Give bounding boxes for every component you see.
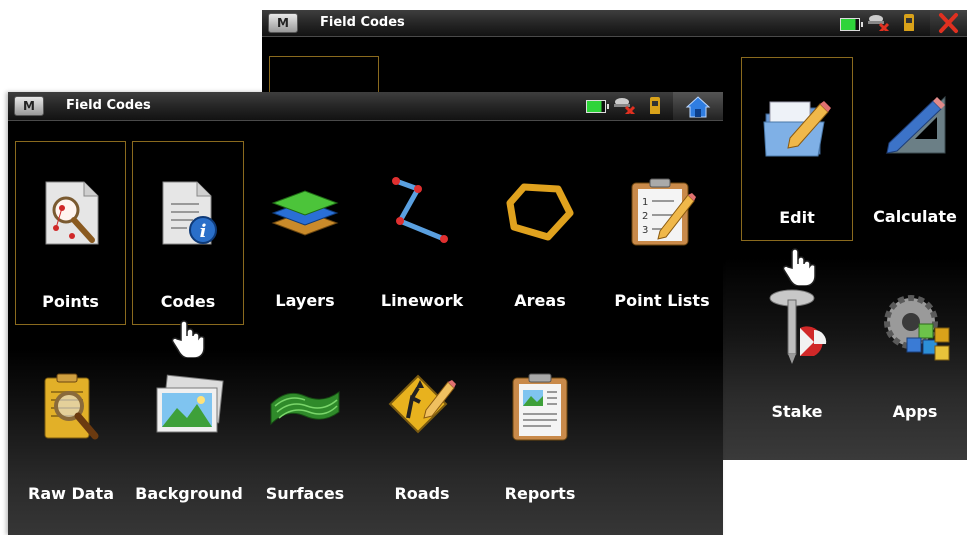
tile-label: Layers: [275, 291, 335, 310]
tile-label: Stake: [771, 402, 823, 421]
tile-label: Roads: [394, 484, 450, 503]
stake-icon: [769, 289, 827, 364]
background-icon: [156, 374, 224, 433]
battery-icon: [586, 100, 609, 113]
layers-icon: [271, 190, 339, 236]
point-lists-icon: 1 2 3: [631, 178, 696, 246]
tile-linework[interactable]: Linework: [366, 141, 478, 325]
svg-text:2: 2: [642, 211, 648, 222]
tile-edit[interactable]: Edit: [741, 57, 853, 241]
tile-label: Apps: [892, 402, 938, 421]
tile-points[interactable]: Points: [15, 141, 126, 325]
tile-label: Reports: [504, 484, 576, 503]
instrument-icon: [650, 97, 660, 114]
title-bar: M Field Codes: [262, 10, 967, 37]
tile-surfaces[interactable]: Surfaces: [249, 360, 361, 510]
raw-data-icon: [44, 373, 99, 440]
tile-label: Codes: [160, 292, 216, 311]
roads-icon: [388, 374, 456, 434]
reports-icon: [512, 373, 568, 441]
pointer-hand-icon: [171, 320, 205, 358]
front-window: M Field Codes Points i Codes Layers Line…: [8, 92, 723, 535]
calculate-icon: [885, 95, 946, 154]
menu-button[interactable]: M: [14, 96, 44, 116]
instrument-icon: [904, 14, 914, 31]
tile-background[interactable]: Background: [128, 360, 250, 510]
tile-label: Calculate: [873, 207, 957, 226]
points-icon: [45, 181, 98, 245]
tile-label: Point Lists: [614, 291, 710, 310]
pointer-hand-icon: [782, 248, 816, 286]
tile-calculate[interactable]: Calculate: [859, 57, 967, 241]
tile-label: Background: [135, 484, 243, 503]
surfaces-icon: [270, 391, 340, 426]
tile-apps[interactable]: Apps: [859, 278, 967, 428]
home-button[interactable]: [673, 92, 723, 120]
linework-icon: [392, 177, 448, 243]
window-title: Field Codes: [66, 98, 151, 113]
svg-text:i: i: [200, 221, 207, 242]
window-title: Field Codes: [320, 15, 405, 30]
tile-roads[interactable]: Roads: [366, 360, 478, 510]
apps-icon: [884, 295, 950, 361]
tile-raw-data[interactable]: Raw Data: [12, 360, 130, 510]
gnss-disconnected-icon: [868, 15, 890, 31]
home-icon: [685, 96, 711, 118]
tile-label: Linework: [380, 291, 464, 310]
tile-label: Areas: [514, 291, 566, 310]
codes-icon: i: [162, 181, 217, 245]
close-icon: [939, 13, 958, 33]
edit-icon: [763, 101, 831, 157]
tile-layers[interactable]: Layers: [249, 141, 361, 325]
tile-point-lists[interactable]: 1 2 3 Point Lists: [601, 141, 723, 325]
tile-areas[interactable]: Areas: [484, 141, 596, 325]
tile-label: Surfaces: [265, 484, 345, 503]
battery-icon: [840, 18, 863, 31]
svg-text:3: 3: [642, 225, 648, 236]
tile-codes[interactable]: i Codes: [132, 141, 244, 325]
menu-button[interactable]: M: [268, 13, 298, 33]
gnss-disconnected-icon: [614, 98, 636, 114]
tile-label: Edit: [779, 208, 815, 227]
tile-stake[interactable]: Stake: [741, 278, 853, 428]
areas-icon: [506, 183, 574, 241]
close-button[interactable]: [930, 10, 967, 36]
tile-label: Points: [42, 292, 99, 311]
tile-reports[interactable]: Reports: [484, 360, 596, 510]
svg-text:1: 1: [642, 197, 648, 208]
tile-label: Raw Data: [28, 484, 114, 503]
title-bar: M Field Codes: [8, 92, 723, 121]
